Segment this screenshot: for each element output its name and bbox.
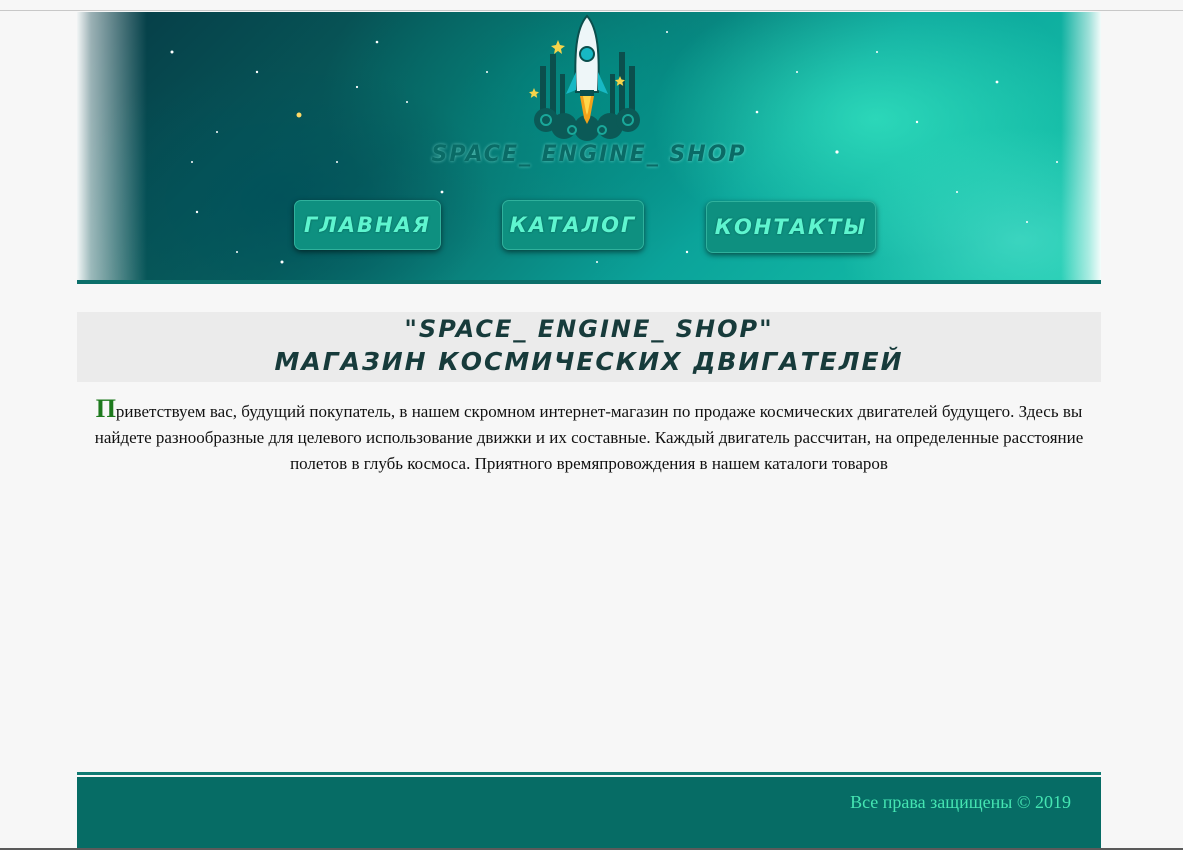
header-fade-left	[77, 12, 147, 280]
intro-first-letter: П	[95, 394, 116, 423]
copyright-text: Все права защищены © 2019	[850, 792, 1071, 812]
header-fade-right	[1061, 12, 1101, 280]
nav-contacts-button[interactable]: КОНТАКТЫ	[706, 201, 876, 253]
nav-catalog-button[interactable]: КАТАЛОГ	[502, 200, 644, 250]
header-divider	[77, 280, 1101, 284]
site-header: SPACE_ ENGINE_ SHOP ГЛАВНАЯ КАТАЛОГ КОНТ…	[77, 12, 1101, 280]
intro-paragraph: Приветствуем вас, будущий покупатель, в …	[77, 396, 1101, 477]
rocket-icon	[529, 14, 640, 141]
page-title-shop-name: "SPACE_ ENGINE_ SHOP"	[404, 315, 774, 343]
site-footer: Все права защищены © 2019	[77, 777, 1101, 850]
top-divider	[0, 10, 1183, 11]
page-container: SPACE_ ENGINE_ SHOP ГЛАВНАЯ КАТАЛОГ КОНТ…	[77, 12, 1101, 850]
intro-text: риветствуем вас, будущий покупатель, в н…	[94, 402, 1084, 473]
footer-divider	[77, 772, 1101, 775]
page-title: "SPACE_ ENGINE_ SHOP" МАГАЗИН КОСМИЧЕСКИ…	[77, 312, 1101, 382]
nav-home-button[interactable]: ГЛАВНАЯ	[294, 200, 441, 250]
logo-text: SPACE_ ENGINE_ SHOP	[431, 142, 747, 167]
page-title-subtitle: МАГАЗИН КОСМИЧЕСКИХ ДВИГАТЕЛЕЙ	[274, 347, 904, 376]
